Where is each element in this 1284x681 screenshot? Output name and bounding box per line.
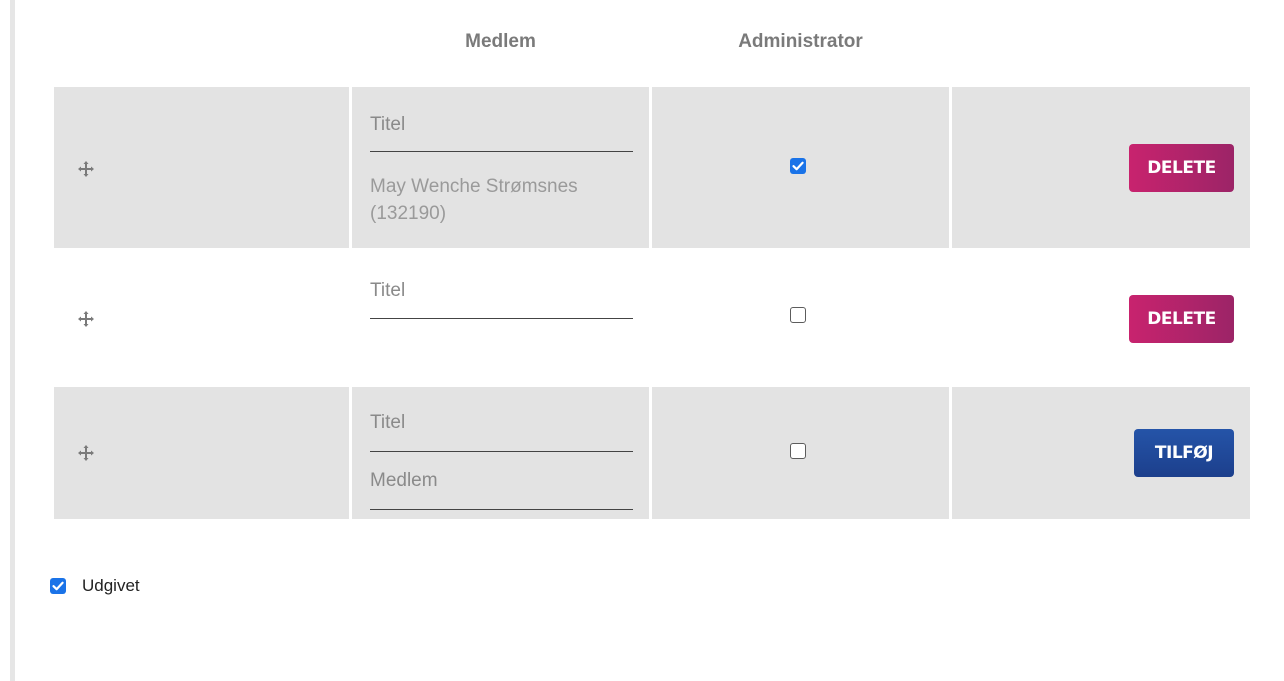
move-icon[interactable] (78, 161, 94, 177)
published-label: Udgivet (82, 576, 140, 595)
column-header-member: Medlem (465, 31, 536, 52)
admin-checkbox[interactable] (790, 307, 806, 323)
admin-cell (652, 248, 949, 386)
table-row: Titel Medlem TILFØJ (54, 387, 1250, 519)
action-cell: TILFØJ (952, 387, 1250, 519)
table-row: Titel DELETE (54, 248, 1250, 386)
admin-checkbox[interactable] (790, 443, 806, 459)
member-input[interactable]: May Wenche Strømsnes (132190) (370, 173, 633, 227)
member-input[interactable]: Medlem (370, 467, 633, 494)
member-input-underline (370, 509, 633, 510)
table-header: Medlem Administrator (0, 0, 1284, 86)
member-cell: Titel Medlem (352, 387, 649, 519)
move-icon[interactable] (78, 311, 94, 327)
published-checkbox[interactable] (50, 578, 66, 594)
drag-cell (54, 387, 349, 519)
action-cell: DELETE (952, 87, 1250, 248)
check-icon (792, 161, 804, 171)
check-icon (52, 581, 64, 591)
action-cell: DELETE (952, 248, 1250, 386)
page: Medlem Administrator Titel May Wenche St… (0, 0, 1284, 681)
member-cell: Titel (352, 248, 649, 386)
drag-cell (54, 87, 349, 248)
title-input[interactable]: Titel (370, 277, 633, 304)
column-header-admin: Administrator (738, 31, 863, 52)
add-button[interactable]: TILFØJ (1134, 429, 1234, 477)
title-input-underline (370, 451, 633, 452)
member-cell: Titel May Wenche Strømsnes (132190) (352, 87, 649, 248)
table-row: Titel May Wenche Strømsnes (132190) DELE… (54, 87, 1250, 248)
admin-checkbox[interactable] (790, 158, 806, 174)
delete-button[interactable]: DELETE (1129, 295, 1234, 343)
title-input[interactable]: Titel (370, 111, 633, 138)
admin-cell (652, 87, 949, 248)
move-icon[interactable] (78, 445, 94, 461)
drag-cell (54, 248, 349, 386)
title-input[interactable]: Titel (370, 409, 633, 436)
admin-cell (652, 387, 949, 519)
published-control[interactable]: Udgivet (50, 576, 140, 596)
title-input-underline (370, 318, 633, 319)
left-divider (10, 0, 15, 681)
title-input-underline (370, 151, 633, 152)
delete-button[interactable]: DELETE (1129, 144, 1234, 192)
